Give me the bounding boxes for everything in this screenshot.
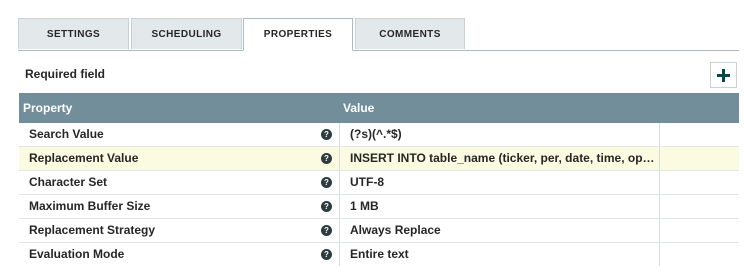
table-header: Property Value: [19, 93, 739, 123]
question-icon[interactable]: ?: [321, 201, 332, 212]
property-value: (?s)(^.*$): [350, 127, 402, 141]
property-value-cell[interactable]: Entire text: [339, 243, 660, 266]
question-icon[interactable]: ?: [321, 249, 332, 260]
property-value-cell[interactable]: (?s)(^.*$): [339, 123, 660, 146]
property-name: Replacement Value: [29, 151, 139, 165]
table-row[interactable]: Replacement Strategy ? Always Replace: [19, 219, 739, 243]
question-icon[interactable]: ?: [321, 177, 332, 188]
table-row[interactable]: Replacement Value ? INSERT INTO table_na…: [19, 147, 739, 171]
property-value: UTF-8: [350, 175, 384, 189]
tab-properties[interactable]: PROPERTIES: [243, 18, 353, 51]
table-row[interactable]: Search Value ? (?s)(^.*$): [19, 123, 739, 147]
property-name: Evaluation Mode: [29, 247, 125, 261]
property-value-cell[interactable]: UTF-8: [339, 171, 660, 194]
table-row[interactable]: Evaluation Mode ? Entire text: [19, 243, 739, 266]
column-header-property[interactable]: Property: [23, 93, 72, 123]
question-icon[interactable]: ?: [321, 153, 332, 164]
property-name: Replacement Strategy: [29, 223, 156, 237]
required-field-label: Required field: [25, 67, 106, 81]
property-name: Character Set: [29, 175, 108, 189]
tab-bar: SETTINGS SCHEDULING PROPERTIES COMMENTS: [18, 18, 739, 51]
table-row[interactable]: Character Set ? UTF-8: [19, 171, 739, 195]
column-header-value[interactable]: Value: [343, 93, 374, 123]
processor-configuration-panel: SETTINGS SCHEDULING PROPERTIES COMMENTS …: [0, 0, 745, 266]
question-icon[interactable]: ?: [321, 129, 332, 140]
property-value-cell[interactable]: 1 MB: [339, 195, 660, 218]
property-name: Search Value: [29, 127, 104, 141]
properties-table: Property Value Search Value ? (?s)(^.*$)…: [19, 93, 739, 266]
property-value: 1 MB: [350, 199, 379, 213]
tab-comments[interactable]: COMMENTS: [355, 18, 465, 49]
tab-scheduling[interactable]: SCHEDULING: [131, 18, 242, 49]
property-value-cell[interactable]: Always Replace: [339, 219, 660, 242]
property-value-cell[interactable]: INSERT INTO table_name (ticker, per, dat…: [339, 147, 660, 170]
table-row[interactable]: Maximum Buffer Size ? 1 MB: [19, 195, 739, 219]
add-property-button[interactable]: [710, 62, 737, 88]
property-value: INSERT INTO table_name (ticker, per, dat…: [350, 151, 656, 165]
tab-settings[interactable]: SETTINGS: [18, 18, 129, 49]
question-icon[interactable]: ?: [321, 225, 332, 236]
property-value: Always Replace: [350, 223, 441, 237]
plus-icon: [717, 68, 730, 82]
property-value: Entire text: [350, 247, 409, 261]
property-name: Maximum Buffer Size: [29, 199, 151, 213]
